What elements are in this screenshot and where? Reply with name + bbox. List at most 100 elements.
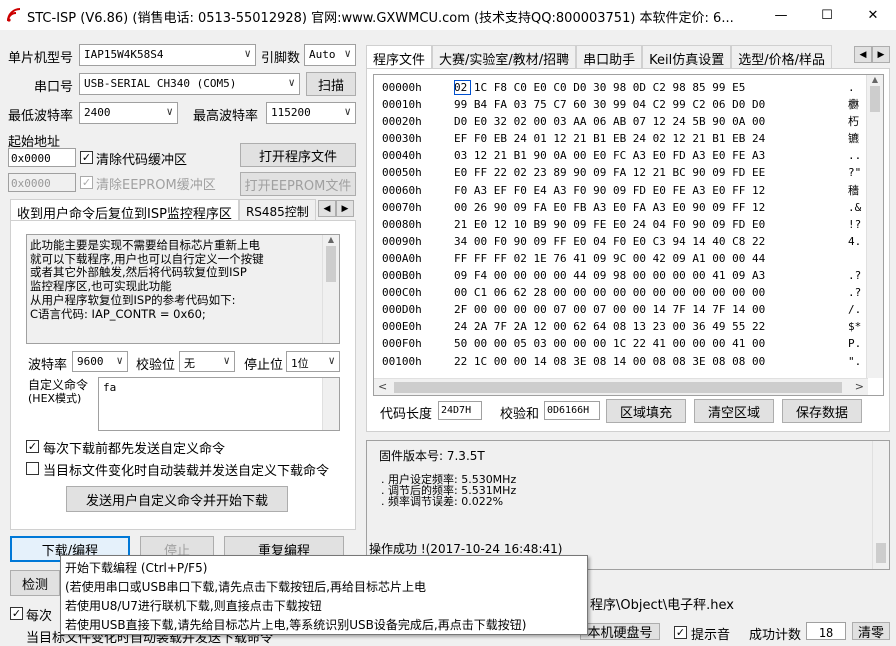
hex-row-ascii: .? [848,286,862,300]
hex-row-bytes: 21 E0 12 10 B9 90 09 FE E0 24 04 F0 90 0… [454,217,766,231]
chevron-down-icon: ∨ [344,47,351,60]
hex-row-bytes: 03 12 21 B1 90 0A 00 E0 FC A3 E0 FD A3 E… [454,149,766,163]
pins-label: 引脚数 [261,51,301,66]
scroll-thumb [870,86,880,112]
clear-code-checkbox[interactable]: ✓ [80,151,93,164]
tab-left-arrow-icon[interactable]: ◀ [854,46,872,63]
port-select[interactable]: USB-SERIAL CH340 (COM5) ∨ [79,73,300,95]
log-scrollbar[interactable] [872,441,889,569]
stop-value: 1位 [291,357,309,370]
tab-right-arrow-icon[interactable]: ▶ [872,46,890,63]
hex-row-address: 000E0h [382,320,422,334]
checksum-label: 校验和 [500,407,540,422]
hex-row-ascii: 镳 [848,132,859,146]
hex-row-ascii: ". [848,354,862,368]
parity-select[interactable]: 无 ∨ [179,351,235,372]
hex-row-address: 00100h [382,354,422,368]
scan-button[interactable]: 扫描 [306,72,356,96]
min-baud-select[interactable]: 2400 ∨ [79,102,178,124]
clear-eeprom-checkbox[interactable]: ✓ [80,176,93,189]
send-custom-download-button[interactable]: 发送用户自定义命令并开始下载 [66,486,288,512]
max-baud-select[interactable]: 115200 ∨ [266,102,356,124]
every-time-checkbox[interactable]: ✓ [10,607,23,620]
hex-row-bytes: 00 26 90 09 FA E0 FB A3 E0 FA A3 E0 90 0… [454,200,766,214]
code-length-value: 24D7H [438,401,482,420]
mcu-value: IAP15W4K58S4 [84,48,164,61]
hex-file-path: 程序\Object\电子秤.hex [590,598,734,613]
hex-row-bytes: 24 2A 7F 2A 12 00 62 64 08 13 23 00 36 4… [454,320,766,334]
hex-view[interactable]: 00000h 00010h 00020h 00030h 00040h 00050h 0006… [373,74,884,396]
custom-hex-label: (HEX模式) [28,392,82,405]
usb-disk-button[interactable]: 本机硬盘号 [580,623,660,641]
hex-row-bytes: 22 1C 00 00 14 08 3E 08 14 00 08 08 3E 0… [454,354,766,368]
title-bar: STC-ISP (V6.86) (销售电话: 0513-55012928) 官网… [0,0,896,30]
hex-row-ascii: $* [848,320,862,334]
code-addr-input[interactable]: 0x0000 [8,148,76,167]
scroll-left-icon: < [378,380,388,393]
info-scrollbar[interactable]: ▲ [322,235,339,343]
min-baud-value: 2400 [84,106,111,119]
hex-row-address: 000D0h [382,303,422,317]
every-time-label: 每次 [26,609,53,624]
clear-count-button[interactable]: 清零 [852,622,890,641]
send-before-download-label: 每次下载前都先发送自定义命令 [43,442,226,457]
close-button[interactable]: ✕ [850,0,896,30]
clear-region-button[interactable]: 清空区域 [694,399,774,423]
tooltip-line-4: 若使用USB直接下载,请先给目标芯片上电,等系统识别USB设备完成后,再点击下载… [65,618,527,632]
stop-select[interactable]: 1位 ∨ [286,351,340,372]
hex-row-address: 00010h [382,98,422,112]
detect-button[interactable]: 检测 [10,570,60,596]
hex-row-ascii: .. [848,149,862,163]
hex-row-address: 000C0h [382,286,422,300]
hex-row-ascii: . [848,81,855,94]
eeprom-addr-input[interactable]: 0x0000 [8,173,76,192]
open-eeprom-button[interactable]: 打开EEPROM文件 [240,172,356,196]
hex-hscrollbar[interactable]: < > [374,378,868,395]
hex-row-bytes: 2F 00 00 00 00 07 00 07 00 00 14 7F 14 7… [454,303,766,317]
hex-row-bytes: F0 A3 EF F0 E4 A3 F0 90 09 FD E0 FE A3 E… [454,183,766,197]
save-data-button[interactable]: 保存数据 [782,399,862,423]
hex-row-ascii: 穡 [848,183,859,197]
hex-row-ascii: .& [848,200,862,214]
hex-row-ascii: ?" [848,166,862,180]
log-firmware: 固件版本号: 7.3.5T [379,449,485,463]
hex-bytes: 02 1C F8 C0 E0 C0 D0 30 98 0D C2 98 85 9… [454,79,765,370]
scroll-up-icon: ▲ [871,75,879,84]
hex-row-ascii: 朽 [848,115,859,129]
hex-row-address: 00090h [382,234,422,248]
hex-row-address: 00060h [382,183,422,197]
hex-row-address: 00070h [382,200,422,214]
scroll-thumb [326,246,336,282]
tab-left-arrow-icon[interactable]: ◀ [318,200,336,217]
app-icon [7,8,21,22]
auto-send-checkbox[interactable] [26,462,39,475]
minimize-button[interactable]: — [758,0,804,30]
clear-eeprom-label: 清除EEPROM缓冲区 [96,178,216,193]
hex-vscrollbar[interactable]: ▲ [866,75,883,378]
mcu-label: 单片机型号 [8,51,74,66]
download-tooltip: 开始下载编程 (Ctrl+P/F5) (若使用串口或USB串口下载,请先点击下载… [60,555,588,635]
hex-row-address: 00020h [382,115,422,129]
beep-checkbox[interactable]: ✓ [674,626,687,639]
baud-select[interactable]: 9600 ∨ [72,351,128,372]
baud-value: 9600 [77,355,104,368]
custom-command-input[interactable]: fa [98,377,340,431]
custom-command-value: fa [103,381,117,394]
min-baud-label: 最低波特率 [8,109,74,124]
send-before-download-checkbox[interactable]: ✓ [26,440,39,453]
scroll-thumb [876,543,886,563]
left-tab-scroll: ◀ ▶ [318,200,354,217]
success-count-value: 18 [806,622,846,640]
port-label: 串口号 [34,80,74,95]
custom-scrollbar[interactable] [322,378,339,430]
mcu-select[interactable]: IAP15W4K58S4 ∨ [79,44,256,66]
open-program-button[interactable]: 打开程序文件 [240,143,356,167]
scroll-up-icon: ▲ [327,235,335,244]
fill-region-button[interactable]: 区域填充 [606,399,686,423]
hex-row-address: 000F0h [382,337,422,351]
hex-row-ascii: !? [848,217,862,231]
pins-select[interactable]: Auto ∨ [304,44,356,66]
tab-right-arrow-icon[interactable]: ▶ [336,200,354,217]
right-tab-scroll: ◀ ▶ [854,46,890,63]
maximize-button[interactable]: ☐ [804,0,850,30]
